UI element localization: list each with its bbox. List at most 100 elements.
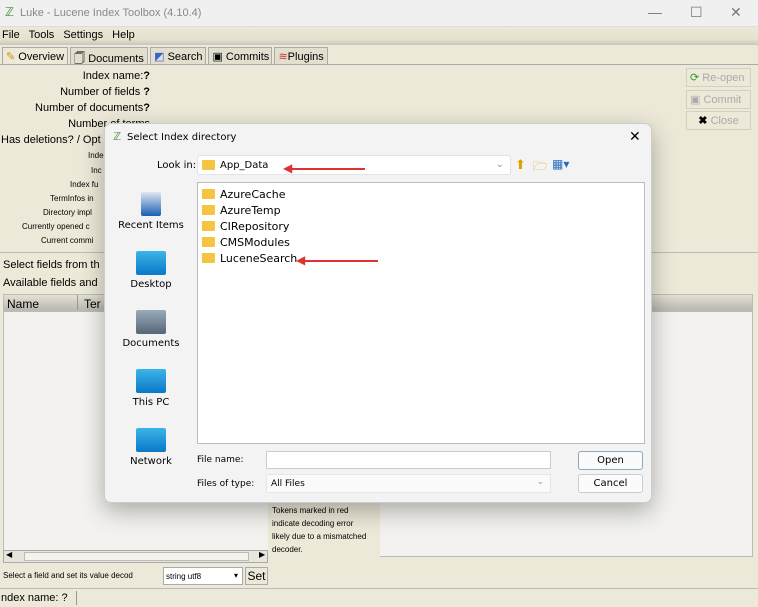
dialog-title: Select Index directory [127, 132, 237, 143]
close-index-button[interactable]: ✖ Close [686, 111, 751, 130]
menu-file[interactable]: File [2, 29, 20, 41]
decoder-value: string utf8 [166, 572, 202, 581]
horizontal-scrollbar[interactable]: ◀ ▶ [3, 550, 268, 563]
set-button[interactable]: Set [245, 567, 268, 585]
folder-icon [202, 253, 215, 263]
up-folder-icon[interactable]: ⬆ [515, 157, 526, 173]
reopen-button[interactable]: ⟳ Re-open [686, 68, 751, 87]
has-deletions-label: Has deletions? / Opt [1, 134, 101, 146]
tab-bar: ✎ Overview 🗍 Documents ◩ Search ▣ Commit… [2, 47, 328, 65]
place-label: Desktop [130, 279, 172, 290]
file-type-label: Files of type: [197, 479, 255, 489]
terminfos-label: TermInfos in [50, 194, 94, 203]
tab-commits[interactable]: ▣ Commits [208, 47, 273, 65]
folder-name: CMSModules [220, 235, 290, 249]
place-documents[interactable]: Documents [111, 310, 191, 349]
maximize-button[interactable]: ☐ [690, 4, 703, 21]
file-name-input[interactable] [266, 451, 551, 469]
folder-icon [202, 237, 215, 247]
search-icon: ◩ [154, 51, 165, 63]
select-fields-label: Select fields from th [3, 259, 100, 271]
index-version-label: Inde [88, 151, 104, 160]
tokens-note: Tokens marked in red indicate decoding e… [272, 506, 367, 554]
folder-item-cirepository[interactable]: CIRepository [198, 218, 644, 234]
annotation-arrowhead-icon: ◀ [296, 253, 306, 267]
close-window-button[interactable]: ✕ [730, 4, 742, 21]
folder-icon [202, 160, 215, 170]
folder-item-azuretemp[interactable]: AzureTemp [198, 202, 644, 218]
look-in-label: Look in: [157, 160, 197, 171]
tokens-panel: Tokens marked in red indicate decoding e… [268, 500, 380, 588]
window-title: Luke - Lucene Index Toolbox (4.10.4) [20, 7, 202, 19]
minimize-button[interactable]: — [648, 4, 662, 20]
save-icon: ▣ [690, 94, 701, 106]
button-label: Commit [703, 94, 742, 106]
button-label: Close [710, 115, 739, 127]
cancel-button[interactable]: Cancel [578, 474, 643, 493]
commit-button[interactable]: ▣ Commit [686, 90, 751, 109]
file-type-value: All Files [271, 479, 305, 489]
folder-item-azurecache[interactable]: AzureCache [198, 186, 644, 202]
place-desktop[interactable]: Desktop [111, 251, 191, 290]
tab-overview[interactable]: ✎ Overview [2, 47, 69, 65]
tab-plugins[interactable]: ≋Plugins [274, 47, 328, 65]
available-fields-label: Available fields and [3, 277, 98, 289]
dropdown-arrow-icon: ▾ [233, 571, 238, 580]
annotation-arrowhead-icon: ◀ [283, 161, 293, 175]
num-fields-value: ? [143, 86, 150, 98]
tab-search[interactable]: ◩ Search [150, 47, 207, 65]
places-bar: Recent Items Desktop Documents This PC N… [111, 192, 191, 467]
place-this-pc[interactable]: This PC [111, 369, 191, 408]
reopen-icon: ⟳ [690, 72, 700, 84]
look-in-value: App_Data [220, 159, 269, 171]
annotation-arrow [303, 260, 378, 262]
place-label: Network [130, 456, 172, 467]
file-list: AzureCache AzureTemp CIRepository CMSMod… [197, 182, 645, 444]
close-icon: ✖ [698, 115, 708, 127]
index-name-value: ? [143, 70, 150, 82]
tab-label: Overview [18, 51, 65, 63]
column-terms[interactable]: Ter [84, 297, 101, 311]
tab-label: Search [167, 51, 203, 63]
place-recent-items[interactable]: Recent Items [111, 192, 191, 231]
status-bar: ndex name: ? [0, 588, 758, 607]
tab-documents[interactable]: 🗍 Documents [70, 47, 149, 65]
file-type-select[interactable]: All Files ⌄ [266, 474, 551, 493]
look-in-select[interactable]: App_Data ⌄ [197, 155, 511, 175]
menu-settings[interactable]: Settings [63, 29, 103, 41]
recent-items-icon [141, 192, 161, 216]
folder-name: LuceneSearch [220, 251, 298, 265]
desktop-icon [136, 251, 166, 275]
folder-icon [202, 221, 215, 231]
plugins-icon: ≋ [278, 51, 288, 63]
place-label: Recent Items [118, 220, 184, 231]
folder-name: AzureTemp [220, 203, 281, 217]
column-name[interactable]: Name [7, 297, 39, 311]
decoder-select[interactable]: string utf8 ▾ [163, 567, 243, 585]
folder-item-lucenesearch[interactable]: LuceneSearch [198, 250, 644, 266]
chevron-down-icon: ⌄ [495, 159, 504, 170]
num-docs-label: Number of documents [35, 102, 144, 114]
luke-logo-icon: ℤ [113, 131, 122, 143]
computer-icon [136, 369, 166, 393]
documents-icon [136, 310, 166, 334]
menu-tools[interactable]: Tools [29, 29, 55, 41]
place-network[interactable]: Network [111, 428, 191, 467]
current-commit-label: Current commi [41, 236, 94, 245]
folder-name: AzureCache [220, 187, 286, 201]
title-bar: ℤ Luke - Lucene Index Toolbox (4.10.4) —… [0, 0, 758, 27]
menu-help[interactable]: Help [112, 29, 135, 41]
folder-icon [202, 189, 215, 199]
button-label: Re-open [702, 72, 745, 84]
folder-item-cmsmodules[interactable]: CMSModules [198, 234, 644, 250]
file-name-label: File name: [197, 455, 244, 465]
overview-icon: ✎ [6, 51, 16, 63]
view-menu-icon[interactable]: ▦▾ [552, 157, 569, 171]
place-label: Documents [122, 338, 180, 349]
network-icon [136, 428, 166, 452]
new-folder-icon[interactable]: 🗁 [533, 157, 548, 178]
annotation-arrow [290, 168, 365, 170]
open-button[interactable]: Open [578, 451, 643, 470]
tab-label: Commits [225, 51, 270, 63]
dialog-close-button[interactable]: ✕ [629, 128, 641, 145]
